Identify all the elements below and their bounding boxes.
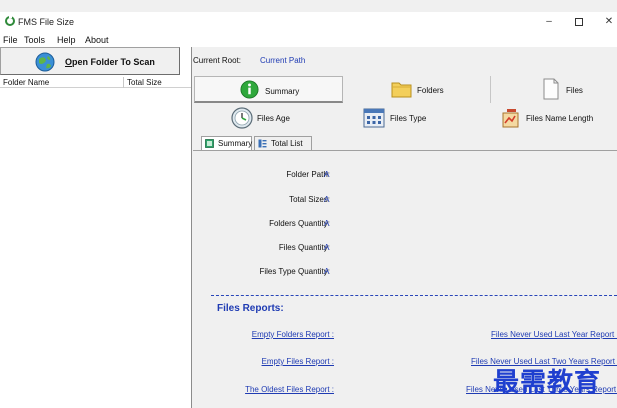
tab-files-label: Files bbox=[566, 86, 583, 95]
menu-help[interactable]: Help bbox=[57, 35, 76, 45]
info-icon bbox=[240, 80, 259, 99]
folder-path-value: A bbox=[324, 170, 330, 179]
close-button[interactable]: ✕ bbox=[602, 15, 616, 29]
tab-summary-label: Summary bbox=[265, 87, 300, 96]
tab-total-list-label: Total List bbox=[271, 139, 303, 148]
name-length-icon bbox=[502, 109, 519, 128]
folder-tree-pane: Open Folder To Scan Folder Name Total Si… bbox=[0, 47, 192, 408]
watermark: 最需教育 bbox=[493, 367, 602, 397]
tab-files-age[interactable]: Files Age bbox=[231, 105, 341, 133]
open-folder-label: Open Folder To Scan bbox=[65, 57, 155, 67]
globe-icon bbox=[35, 52, 55, 72]
title-bar: FMS File Size – ✕ bbox=[0, 12, 617, 33]
tree-header: Folder Name Total Size bbox=[0, 77, 191, 88]
column-total-size[interactable]: Total Size bbox=[127, 78, 162, 87]
never-used-last-year-report-link[interactable]: Files Never Used Last Year Report : bbox=[491, 330, 617, 339]
total-sizes-value: A bbox=[324, 195, 330, 204]
tab-files-name-length-label: Files Name Length bbox=[526, 114, 594, 123]
files-type-quantity-value: A bbox=[324, 267, 330, 276]
list-icon bbox=[258, 139, 267, 148]
column-separator[interactable] bbox=[123, 77, 124, 88]
files-quantity-value: A bbox=[324, 243, 330, 252]
current-root-value: Current Path bbox=[260, 56, 306, 65]
tab-files-name-length[interactable]: Files Name Length bbox=[501, 105, 617, 133]
tab-folders[interactable]: Folders bbox=[343, 76, 491, 103]
view-tabs: Summary Total List bbox=[201, 136, 617, 150]
files-quantity-label: Files Quantity: bbox=[278, 243, 330, 252]
window-title: FMS File Size bbox=[18, 17, 75, 27]
tab-files-type[interactable]: Files Type bbox=[363, 105, 473, 133]
minimize-button[interactable]: – bbox=[542, 15, 556, 29]
tab-divider bbox=[193, 150, 617, 151]
folders-quantity-label: Folders Quantity: bbox=[269, 219, 330, 228]
oldest-files-report-link[interactable]: The Oldest Files Report : bbox=[245, 385, 334, 394]
column-folder-name[interactable]: Folder Name bbox=[3, 78, 49, 87]
maximize-icon bbox=[575, 18, 583, 26]
files-type-quantity-label: Files Type Quantity: bbox=[259, 267, 330, 276]
tab-summary-view[interactable]: Summary bbox=[201, 136, 252, 150]
summary-icon bbox=[205, 139, 214, 148]
menu-tools[interactable]: Tools bbox=[24, 35, 45, 45]
main-tabs: Summary Folders Files bbox=[194, 76, 617, 103]
tab-files-type-label: Files Type bbox=[390, 114, 427, 123]
tab-summary[interactable]: Summary bbox=[194, 76, 343, 103]
maximize-button[interactable] bbox=[572, 15, 586, 29]
tab-summary-view-label: Summary bbox=[218, 139, 253, 148]
file-types-icon bbox=[363, 108, 385, 128]
folders-quantity-value: A bbox=[324, 219, 330, 228]
tab-files-age-label: Files Age bbox=[257, 114, 290, 123]
file-icon bbox=[543, 78, 559, 100]
reports-divider bbox=[211, 295, 617, 296]
summary-pane: Current Root: Current Path Summary Folde… bbox=[193, 47, 617, 408]
current-root-label: Current Root: bbox=[193, 56, 242, 65]
reports-title: Files Reports: bbox=[217, 303, 284, 314]
menu-bar: File Tools Help About bbox=[0, 33, 617, 47]
app-icon bbox=[5, 15, 15, 26]
menu-about[interactable]: About bbox=[85, 35, 109, 45]
empty-folders-report-link[interactable]: Empty Folders Report : bbox=[252, 330, 334, 339]
empty-files-report-link[interactable]: Empty Files Report : bbox=[262, 357, 334, 366]
secondary-tabs: Files Age Files Type Files Name Length bbox=[193, 105, 617, 133]
open-folder-button[interactable]: Open Folder To Scan bbox=[0, 47, 180, 75]
tab-total-list[interactable]: Total List bbox=[254, 136, 312, 150]
tab-files[interactable]: Files bbox=[491, 76, 617, 103]
tab-folders-label: Folders bbox=[417, 86, 444, 95]
folder-icon bbox=[391, 82, 412, 98]
menu-file[interactable]: File bbox=[3, 35, 18, 45]
clock-icon bbox=[231, 107, 253, 129]
